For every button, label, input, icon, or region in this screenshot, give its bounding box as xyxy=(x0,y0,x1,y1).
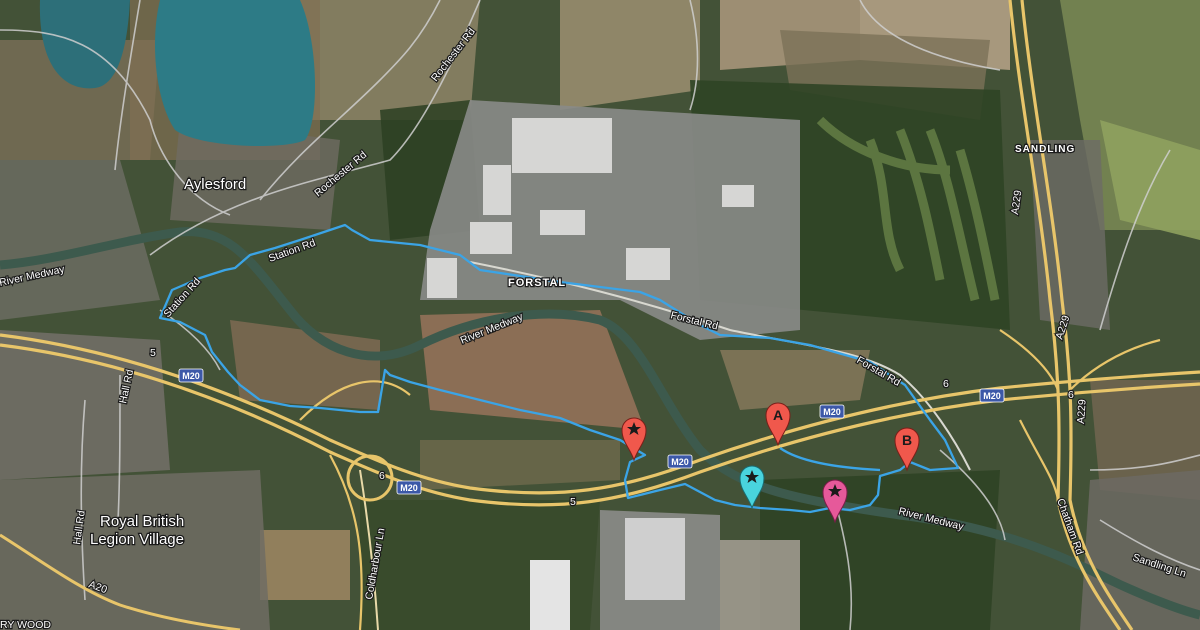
place-label-royal-british: Royal British xyxy=(100,513,184,530)
svg-text:M20: M20 xyxy=(671,457,689,467)
m20-shield: M20 xyxy=(667,454,693,469)
map-canvas: M20 M20 M20 M20 M20 5 5 6 6 6 Aylesford … xyxy=(0,0,1200,630)
field xyxy=(720,350,870,410)
place-label-aylesford: Aylesford xyxy=(184,176,246,193)
junction-number: 5 xyxy=(570,496,576,508)
place-label-partial: RY WOOD xyxy=(0,619,51,630)
satellite-map[interactable]: M20 M20 M20 M20 M20 5 5 6 6 6 Aylesford … xyxy=(0,0,1200,630)
svg-text:M20: M20 xyxy=(182,371,200,381)
building-roof xyxy=(530,560,570,630)
svg-text:M20: M20 xyxy=(823,407,841,417)
quarry-works xyxy=(720,540,800,630)
m20-shield: M20 xyxy=(178,368,204,383)
junction-number: 6 xyxy=(1068,389,1074,401)
m20-shield: M20 xyxy=(396,480,422,495)
marker-a-label: A xyxy=(773,407,783,423)
svg-text:M20: M20 xyxy=(983,391,1001,401)
junction-number: 6 xyxy=(379,470,385,482)
svg-text:M20: M20 xyxy=(400,483,418,493)
marker-b-label: B xyxy=(902,432,912,448)
junction-number: 5 xyxy=(150,347,156,359)
field xyxy=(260,530,350,600)
junction-number: 6 xyxy=(943,378,949,390)
road-label-a229: A229 xyxy=(1075,399,1089,424)
residential xyxy=(0,470,270,630)
place-label-legion-village: Legion Village xyxy=(90,531,184,548)
lake xyxy=(155,0,316,146)
m20-shield: M20 xyxy=(979,388,1005,403)
place-label-sandling: SANDLING xyxy=(1015,144,1075,155)
warehouse-roof xyxy=(625,518,685,600)
m20-shield: M20 xyxy=(819,404,845,419)
place-label-forstal: FORSTAL xyxy=(508,277,566,289)
